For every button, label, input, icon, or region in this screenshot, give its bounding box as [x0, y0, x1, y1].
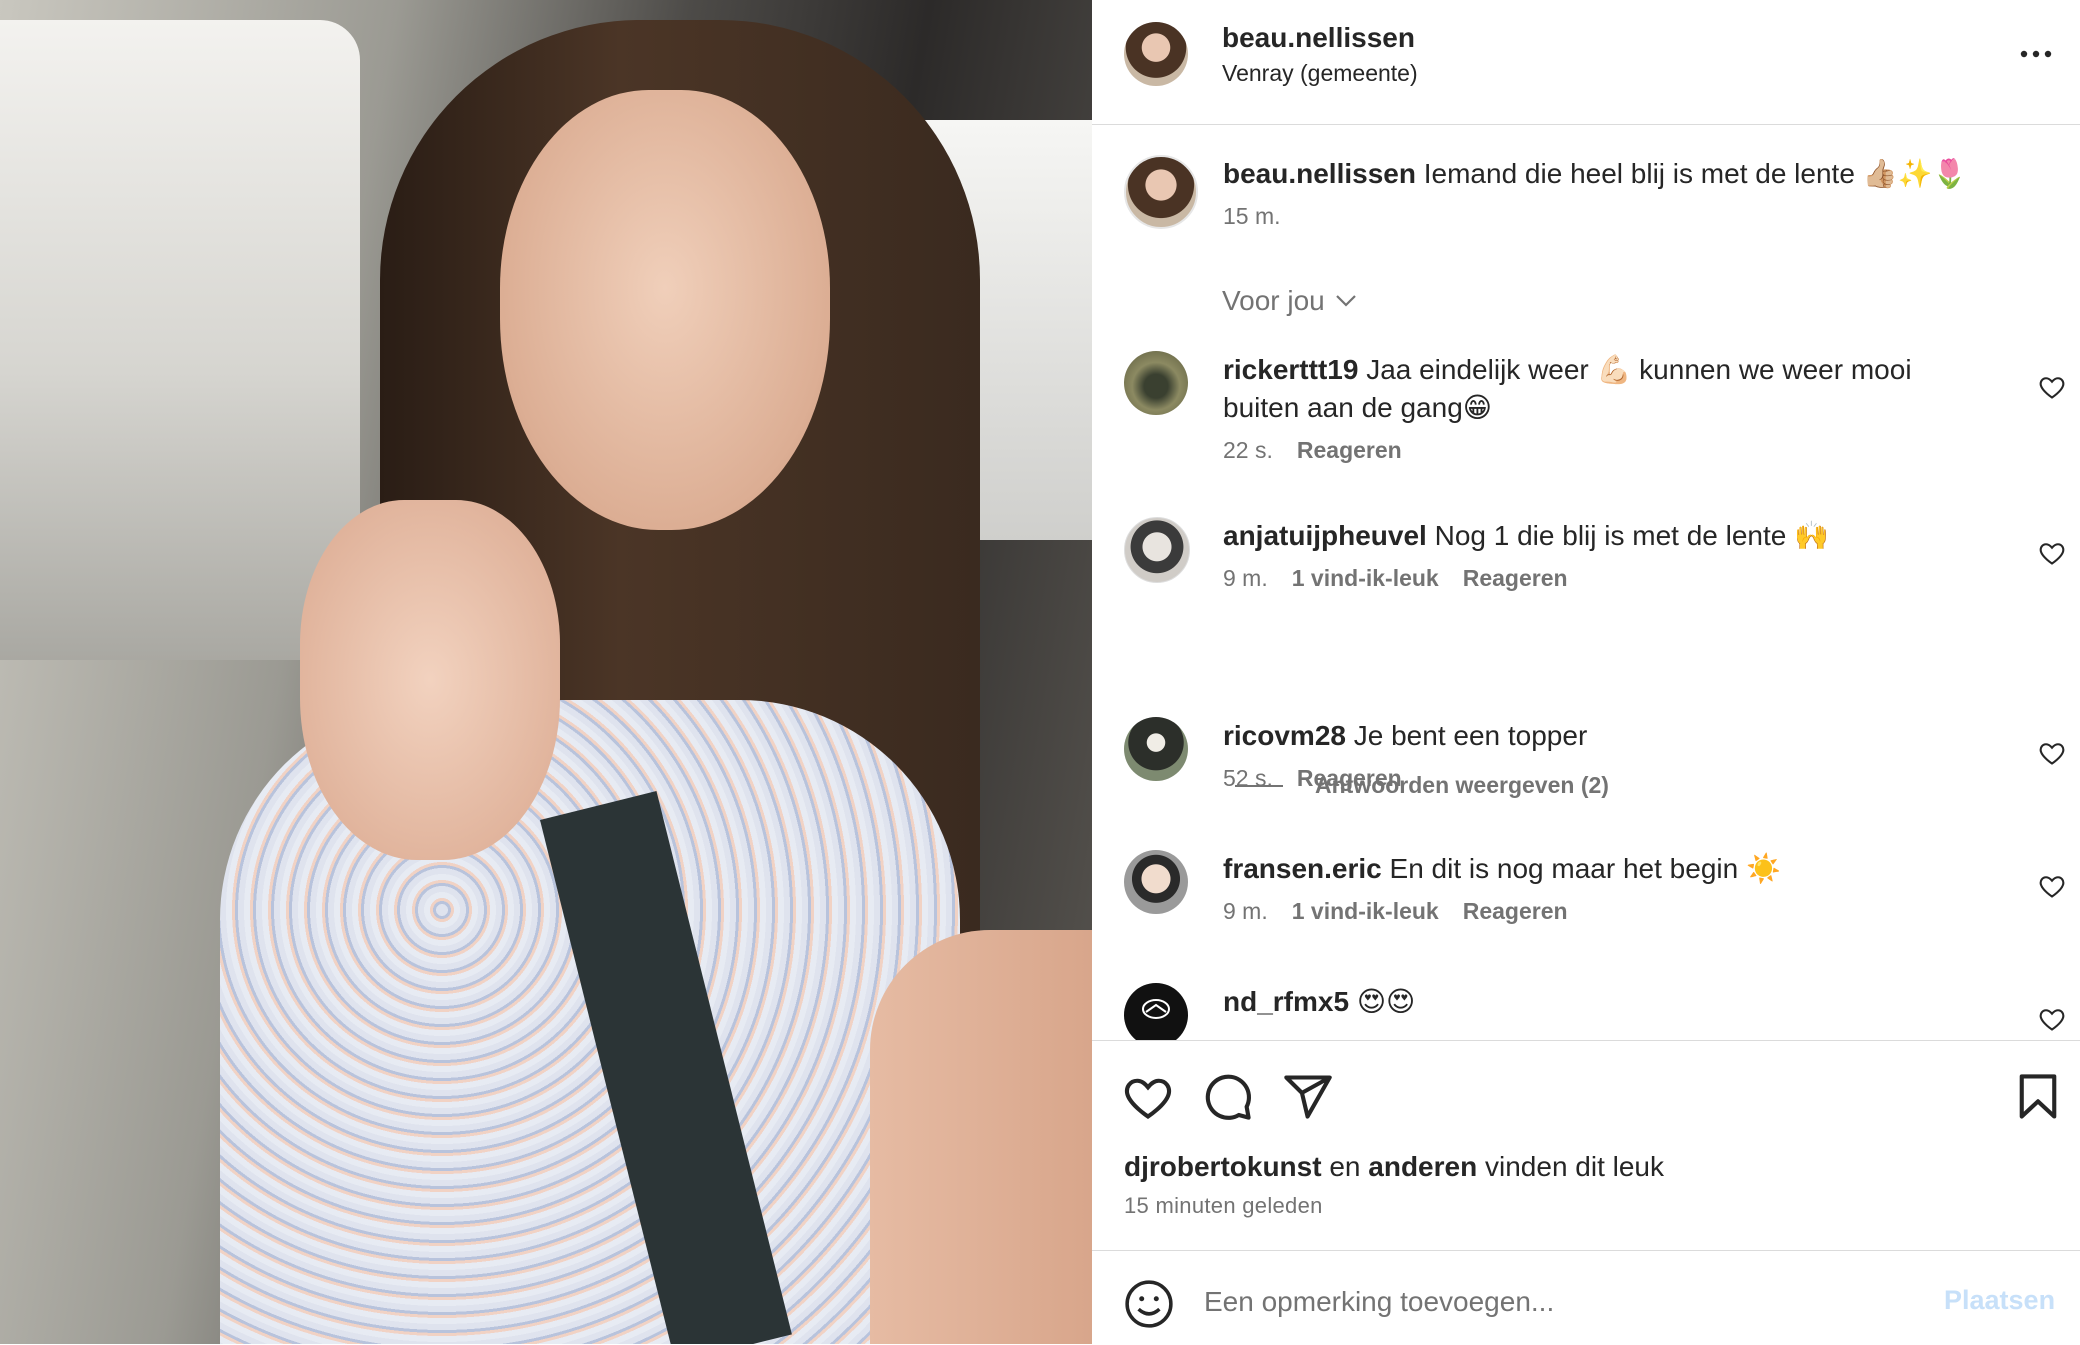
commenter-avatar[interactable] — [1124, 351, 1188, 415]
post-side-panel: beau.nellissen Venray (gemeente) beau.ne… — [1092, 0, 2080, 1344]
author-avatar[interactable] — [1124, 22, 1188, 86]
commenter-avatar[interactable] — [1124, 717, 1188, 781]
likes-suffix: vinden dit leuk — [1485, 1151, 1665, 1182]
comment-time[interactable]: 9 m. — [1223, 565, 1268, 592]
author-username[interactable]: beau.nellissen — [1222, 22, 1415, 54]
heart-icon[interactable] — [2038, 739, 2066, 767]
reply-button[interactable]: Reageren — [1297, 437, 1402, 464]
comment-username[interactable]: nd_rfmx5 — [1223, 986, 1349, 1017]
photo-arm — [870, 930, 1092, 1344]
post-timestamp[interactable]: 15 minuten geleden — [1124, 1193, 1323, 1219]
mazda-logo-icon — [1142, 999, 1170, 1019]
post-photo[interactable] — [0, 0, 1092, 1344]
comment-username[interactable]: fransen.eric — [1223, 853, 1382, 884]
reply-button[interactable]: Reageren — [1297, 765, 1402, 792]
comment-sort-label: Voor jou — [1222, 285, 1325, 316]
likes-connector: en — [1329, 1151, 1361, 1182]
liker-username[interactable]: djrobertokunst — [1124, 1151, 1322, 1182]
photo-thumbs-up-hand — [300, 500, 560, 860]
commenter-avatar[interactable] — [1124, 850, 1188, 914]
comment-username[interactable]: anjatuijpheuvel — [1223, 520, 1427, 551]
comment-username[interactable]: ricovm28 — [1223, 720, 1346, 751]
comment-time[interactable]: 22 s. — [1223, 437, 1273, 464]
share-icon[interactable] — [1282, 1071, 1334, 1123]
likes-summary[interactable]: djrobertokunst en anderen vinden dit leu… — [1124, 1151, 1664, 1183]
comment-text: Je bent een topper — [1353, 720, 1588, 751]
comment-input[interactable] — [1202, 1273, 1906, 1331]
heart-icon[interactable] — [2038, 872, 2066, 900]
car-window-left — [0, 20, 360, 660]
commenter-avatar[interactable] — [1124, 983, 1188, 1040]
comment-likes[interactable]: 1 vind-ik-leuk — [1292, 898, 1439, 925]
photo-face — [500, 90, 830, 530]
commenter-avatar[interactable] — [1124, 517, 1190, 583]
comment-icon[interactable] — [1202, 1071, 1254, 1123]
post-actions: djrobertokunst en anderen vinden dit leu… — [1092, 1040, 2080, 1251]
heart-icon[interactable] — [2038, 373, 2066, 401]
heart-icon[interactable] — [1122, 1071, 1174, 1123]
comment-time[interactable]: 52 s. — [1223, 765, 1273, 792]
more-options-icon[interactable] — [2012, 30, 2060, 78]
bookmark-icon[interactable] — [2012, 1071, 2064, 1123]
comment-text: En dit is nog maar het begin ☀️ — [1389, 853, 1781, 884]
caption-author-avatar[interactable] — [1124, 155, 1198, 229]
heart-icon[interactable] — [2038, 1005, 2066, 1033]
comment-time[interactable]: 9 m. — [1223, 898, 1268, 925]
heart-icon[interactable] — [2038, 539, 2066, 567]
post-comment-button[interactable]: Plaatsen — [1944, 1285, 2055, 1316]
post-header: beau.nellissen Venray (gemeente) — [1092, 0, 2080, 125]
caption-text: Iemand die heel blij is met de lente 👍🏼✨… — [1423, 158, 1968, 189]
reply-button[interactable]: Reageren — [1463, 898, 1568, 925]
comment-text: Nog 1 die blij is met de lente 🙌 — [1434, 520, 1830, 551]
comment-likes[interactable]: 1 vind-ik-leuk — [1292, 565, 1439, 592]
caption-username[interactable]: beau.nellissen — [1223, 158, 1416, 189]
comment-text: 😍😍 — [1356, 986, 1416, 1017]
caption-time[interactable]: 15 m. — [1223, 203, 2043, 230]
comment-sort-dropdown[interactable]: Voor jou — [1222, 285, 1357, 317]
emoji-icon[interactable] — [1124, 1279, 1174, 1329]
chevron-down-icon — [1335, 295, 1356, 307]
reply-button[interactable]: Reageren — [1463, 565, 1568, 592]
likes-others[interactable]: anderen — [1368, 1151, 1477, 1182]
add-comment-bar: Plaatsen — [1092, 1250, 2080, 1345]
comment-username[interactable]: rickerttt19 — [1223, 354, 1358, 385]
post-location[interactable]: Venray (gemeente) — [1222, 60, 1418, 87]
comments-list[interactable]: beau.nellissen Iemand die heel blij is m… — [1092, 125, 2080, 1040]
